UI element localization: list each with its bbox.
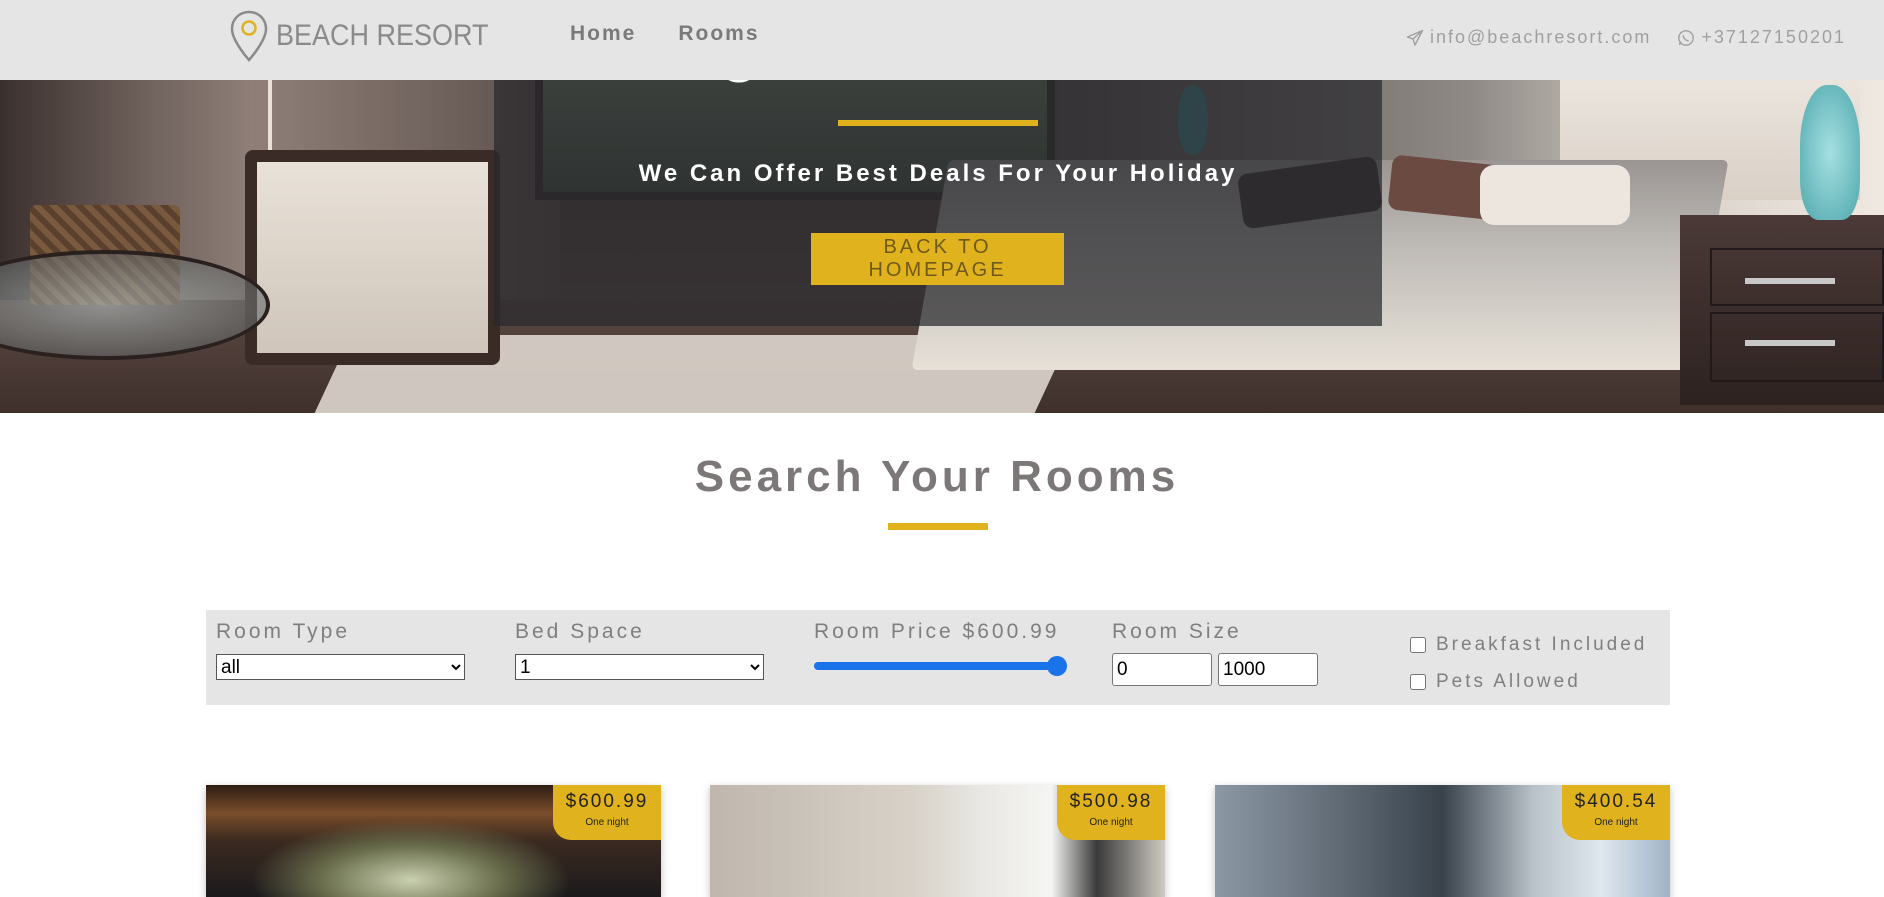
hero-armchair	[245, 150, 500, 365]
filter-extras: Breakfast Included Pets Allowed	[1410, 626, 1647, 700]
bed-space-label: Bed Space	[515, 620, 645, 643]
room-card[interactable]: $500.98 One night	[710, 785, 1165, 897]
pets-checkbox[interactable]	[1410, 673, 1426, 690]
room-card[interactable]: $400.54 One night	[1215, 785, 1670, 897]
contact-email[interactable]: info@beachresort.com	[1406, 27, 1651, 48]
nav-link-home[interactable]: Home	[570, 22, 636, 46]
room-list: $600.99 One night $500.98 One night $400…	[206, 785, 1670, 897]
contact-phone-text: +37127150201	[1701, 27, 1846, 47]
room-type-select[interactable]: all	[216, 654, 465, 680]
filter-room-type: Room Type all	[216, 620, 465, 680]
contact-info: info@beachresort.com +37127150201	[1406, 27, 1846, 48]
logo-link[interactable]: BEACH RESORT	[230, 10, 512, 62]
nav-links: Home Rooms	[570, 22, 760, 46]
hero-drawer	[1710, 248, 1884, 306]
navbar: BEACH RESORT Home Rooms info@beachresort…	[0, 0, 1884, 80]
contact-email-text: info@beachresort.com	[1430, 27, 1652, 47]
location-pin-icon	[230, 10, 268, 62]
hero-pillow	[1480, 165, 1630, 225]
filter-room-size: Room Size	[1112, 620, 1318, 686]
slider-track[interactable]	[814, 662, 1062, 670]
room-price-label: Room Price $600.99	[814, 620, 1060, 643]
price-badge: $400.54 One night	[1562, 785, 1670, 840]
bed-space-select[interactable]: 1	[515, 654, 764, 680]
room-price-period: One night	[585, 817, 629, 828]
hero-divider	[838, 120, 1038, 126]
room-filter-form: Room Type all Bed Space 1 Room Price $60…	[206, 610, 1670, 705]
search-title-underline	[888, 523, 988, 530]
whatsapp-icon	[1678, 29, 1695, 46]
slider-thumb[interactable]	[1047, 656, 1067, 676]
pets-checkbox-row[interactable]: Pets Allowed	[1410, 663, 1647, 700]
room-price-slider[interactable]	[814, 656, 1067, 676]
price-badge: $500.98 One night	[1057, 785, 1165, 840]
hero-drawer	[1710, 312, 1884, 382]
room-card[interactable]: $600.99 One night	[206, 785, 661, 897]
room-price: $400.54	[1574, 791, 1658, 812]
room-type-label: Room Type	[216, 620, 350, 643]
hero-drawer-handle	[1745, 340, 1835, 346]
paper-plane-icon	[1406, 29, 1424, 46]
room-size-min-input[interactable]	[1112, 653, 1212, 686]
breakfast-label: Breakfast Included	[1436, 633, 1648, 655]
back-to-homepage-button[interactable]: BACK TO HOMEPAGE	[811, 233, 1064, 285]
room-price: $600.99	[565, 791, 649, 812]
room-size-label: Room Size	[1112, 620, 1242, 643]
breakfast-checkbox[interactable]	[1410, 636, 1426, 653]
filter-bed-space: Bed Space 1	[515, 620, 764, 680]
room-price-period: One night	[1089, 817, 1133, 828]
filter-room-price: Room Price $600.99	[814, 620, 1067, 676]
breakfast-checkbox-row[interactable]: Breakfast Included	[1410, 626, 1647, 663]
room-price-period: One night	[1594, 817, 1638, 828]
logo-text: BEACH RESORT	[276, 19, 489, 52]
room-size-max-input[interactable]	[1218, 653, 1318, 686]
hero-drawer-handle	[1745, 278, 1835, 284]
contact-phone[interactable]: +37127150201	[1677, 27, 1846, 48]
pets-label: Pets Allowed	[1436, 670, 1581, 692]
hero-lamp	[1800, 85, 1860, 220]
room-price: $500.98	[1069, 791, 1153, 812]
price-badge: $600.99 One night	[553, 785, 661, 840]
search-section-title: Search Your Rooms	[694, 452, 1180, 501]
hero-subtitle: We Can Offer Best Deals For Your Holiday	[638, 160, 1238, 187]
room-size-inputs	[1112, 653, 1318, 686]
nav-link-rooms[interactable]: Rooms	[678, 22, 759, 46]
